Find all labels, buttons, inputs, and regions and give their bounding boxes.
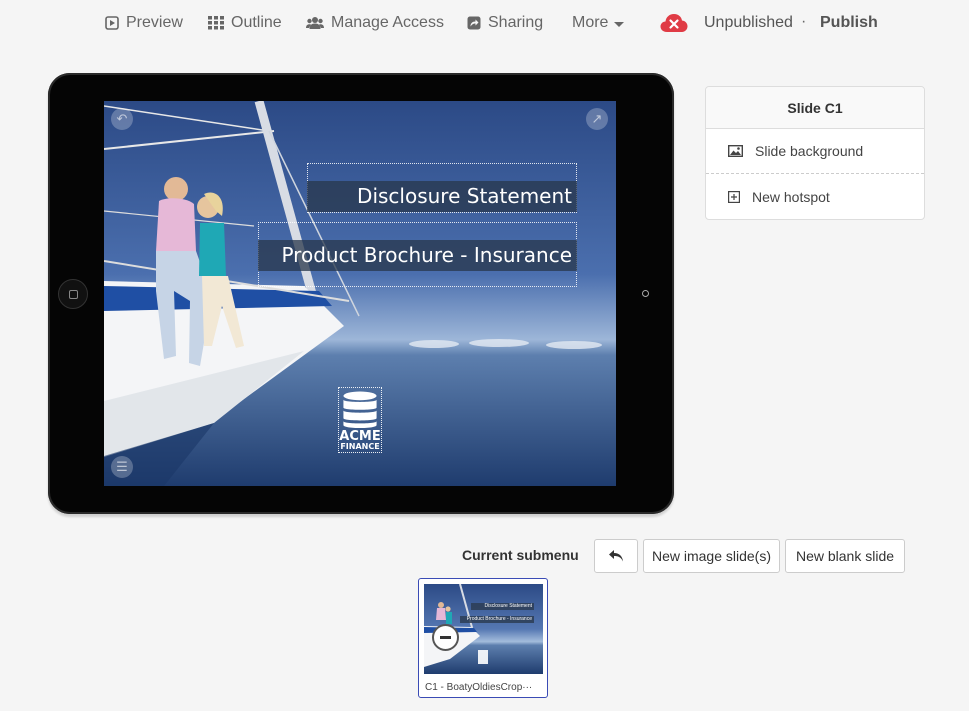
- undo-button[interactable]: [594, 539, 638, 573]
- back-arrow-icon[interactable]: ↶: [111, 108, 133, 130]
- cloud-x-icon: [660, 14, 688, 32]
- status-label: Unpublished: [704, 14, 793, 31]
- top-nav: Preview Outline Manage Access Sharing Mo…: [0, 0, 969, 46]
- new-hotspot-option[interactable]: New hotspot: [706, 174, 924, 219]
- more-dropdown[interactable]: More: [572, 13, 625, 33]
- thumbnail-caption: C1 - BoatyOldiesCrop···: [425, 682, 533, 693]
- grid-icon: [208, 16, 224, 30]
- tablet-frame: ↶ ↗ ☰ Disclosure Statement Product Broch…: [48, 73, 674, 514]
- menu-icon[interactable]: ☰: [111, 456, 133, 478]
- new-image-slide-button[interactable]: New image slide(s): [643, 539, 780, 573]
- slide-title-brochure: Product Brochure - Insurance: [258, 240, 577, 271]
- preview-label: Preview: [126, 14, 183, 31]
- logo-text-finance: FINANCE: [340, 442, 380, 451]
- slide-canvas[interactable]: ↶ ↗ ☰ Disclosure Statement Product Broch…: [104, 101, 616, 486]
- plus-square-icon: [728, 190, 740, 203]
- share-slide-icon[interactable]: ↗: [586, 108, 608, 130]
- image-icon: [728, 145, 743, 157]
- database-logo-icon: [343, 391, 377, 429]
- home-button: [58, 279, 88, 309]
- caret-down-icon: [614, 21, 625, 27]
- thumbnail-title-1: Disclosure Statement: [484, 603, 532, 609]
- slide-title-disclosure: Disclosure Statement: [307, 181, 577, 212]
- slide-thumbnail[interactable]: Disclosure Statement Product Brochure - …: [418, 578, 548, 698]
- manage-access-button[interactable]: Manage Access: [306, 13, 444, 33]
- publish-label: Publish: [820, 14, 878, 31]
- outline-button[interactable]: Outline: [208, 13, 282, 33]
- nav-separator: ·: [801, 13, 807, 30]
- minus-icon: [440, 636, 451, 639]
- logo-text-acme: ACME: [339, 429, 381, 444]
- outline-label: Outline: [231, 14, 282, 31]
- publish-button[interactable]: Publish: [820, 13, 878, 33]
- sharing-label: Sharing: [488, 14, 544, 31]
- play-square-icon: [105, 16, 119, 30]
- thumbnail-title-2: Product Brochure - Insurance: [466, 616, 532, 622]
- slide-background-label: Slide background: [755, 143, 864, 159]
- share-icon: [467, 16, 481, 30]
- new-blank-slide-button[interactable]: New blank slide: [785, 539, 905, 573]
- users-icon: [306, 17, 324, 29]
- panel-title: Slide C1: [706, 87, 924, 129]
- undo-icon: [609, 550, 623, 562]
- new-hotspot-label: New hotspot: [752, 188, 830, 205]
- slide-panel: Slide C1 Slide background New hotspot: [705, 86, 925, 220]
- slide-background-option[interactable]: Slide background: [706, 129, 924, 174]
- preview-button[interactable]: Preview: [105, 13, 183, 33]
- current-submenu-label: Current submenu: [462, 547, 579, 563]
- camera-dot: [642, 290, 649, 297]
- remove-slide-button[interactable]: [432, 624, 459, 651]
- publish-status: Unpublished: [660, 13, 793, 33]
- manage-access-label: Manage Access: [331, 14, 444, 31]
- sharing-button[interactable]: Sharing: [467, 13, 543, 33]
- logo-hotspot[interactable]: ACME FINANCE: [338, 387, 382, 453]
- more-label: More: [572, 14, 609, 31]
